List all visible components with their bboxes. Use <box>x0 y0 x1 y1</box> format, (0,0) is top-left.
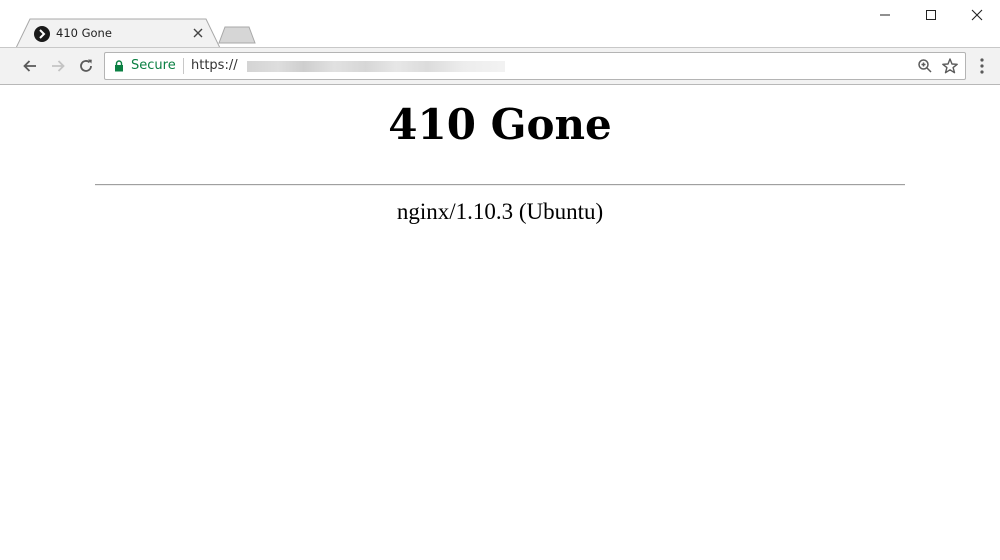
forward-button[interactable] <box>48 56 68 76</box>
minimize-icon <box>880 14 890 16</box>
back-button[interactable] <box>20 56 40 76</box>
arrow-left-icon <box>23 60 36 72</box>
url-prefix: https:// <box>191 58 238 73</box>
reload-icon <box>80 59 92 72</box>
omnibox-separator <box>183 58 184 74</box>
zoom-icon[interactable] <box>917 58 933 74</box>
security-label: Secure <box>131 58 176 73</box>
star-icon[interactable] <box>941 57 959 75</box>
kebab-menu-icon <box>980 58 984 74</box>
minimize-button[interactable] <box>862 0 908 30</box>
chevron-right-icon <box>34 26 50 42</box>
close-window-button[interactable] <box>954 0 1000 30</box>
server-signature: nginx/1.10.3 (Ubuntu) <box>396 199 604 224</box>
maximize-button[interactable] <box>908 0 954 30</box>
page-title: 410 Gone <box>388 100 612 149</box>
tab-title: 410 Gone <box>56 26 112 40</box>
address-bar[interactable]: Secure https:// <box>104 52 966 80</box>
close-icon[interactable] <box>192 27 204 39</box>
browser-tab-active[interactable]: 410 Gone <box>16 18 220 48</box>
page-content: 410 Gone nginx/1.10.3 (Ubuntu) <box>0 85 1000 560</box>
browser-menu-button[interactable] <box>974 56 990 76</box>
close-icon <box>971 9 983 21</box>
new-tab-button[interactable] <box>218 26 256 44</box>
horizontal-rule <box>95 184 905 186</box>
browser-title-bar: 410 Gone <box>0 0 1000 48</box>
maximize-icon <box>926 10 936 20</box>
reload-button[interactable] <box>76 56 96 76</box>
arrow-right-icon <box>52 60 65 72</box>
redacted-url <box>247 61 505 72</box>
browser-toolbar: Secure https:// <box>0 48 1000 85</box>
lock-icon <box>115 60 123 72</box>
